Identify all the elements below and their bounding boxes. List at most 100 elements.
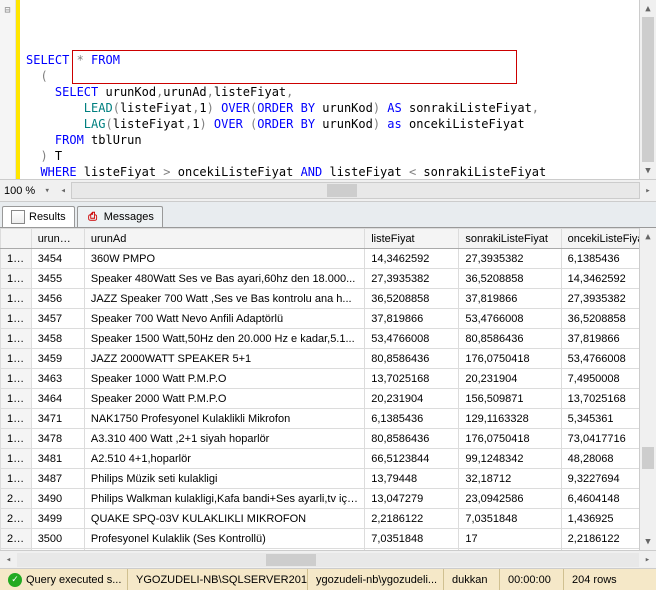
- table-row[interactable]: 1903456JAZZ Speaker 700 Watt ,Ses ve Bas…: [1, 289, 656, 309]
- cell[interactable]: 6,1385436: [365, 409, 459, 429]
- cell[interactable]: 3457: [31, 309, 84, 329]
- cell[interactable]: 3500: [31, 529, 84, 549]
- tab-results[interactable]: Results: [2, 206, 75, 227]
- cell[interactable]: 129,1163328: [459, 409, 561, 429]
- results-grid[interactable]: urunKodurunAdlisteFiyatsonrakiListeFiyat…: [0, 228, 656, 550]
- row-number[interactable]: 202: [1, 529, 32, 549]
- cell[interactable]: 13,047279: [365, 489, 459, 509]
- row-number[interactable]: 198: [1, 449, 32, 469]
- cell[interactable]: QUAKE SPQ-03V KULAKLIKLI MIKROFON: [84, 509, 364, 529]
- table-row[interactable]: 1883454360W PMPO14,346259227,39353826,13…: [1, 249, 656, 269]
- table-row[interactable]: 1943463Speaker 1000 Watt P.M.P.O13,70251…: [1, 369, 656, 389]
- cell[interactable]: 14,3462592: [365, 249, 459, 269]
- hscroll-right-icon[interactable]: ▸: [640, 186, 656, 196]
- cell[interactable]: 27,3935382: [365, 269, 459, 289]
- grid-vertical-scrollbar[interactable]: ▲ ▼: [639, 228, 656, 550]
- cell[interactable]: 53,4766008: [459, 309, 561, 329]
- cell[interactable]: 53,4766008: [365, 329, 459, 349]
- table-row[interactable]: 1913457Speaker 700 Watt Nevo Anfili Adap…: [1, 309, 656, 329]
- cell[interactable]: 32,18712: [459, 469, 561, 489]
- cell[interactable]: 24: [459, 549, 561, 551]
- grid-horizontal-scrollbar[interactable]: ◂ ▸: [0, 550, 656, 568]
- cell[interactable]: A3.310 400 Watt ,2+1 siyah hoparlör: [84, 429, 364, 449]
- hscroll-left-icon[interactable]: ◂: [55, 186, 71, 196]
- cell[interactable]: 176,0750418: [459, 349, 561, 369]
- cell[interactable]: 27,3935382: [459, 249, 561, 269]
- fold-toggle[interactable]: ⊟: [0, 4, 15, 18]
- cell[interactable]: 3458: [31, 329, 84, 349]
- cell[interactable]: 360W PMPO: [84, 249, 364, 269]
- editor-vertical-scrollbar[interactable]: ▲ ▼: [639, 0, 656, 179]
- column-header[interactable]: sonrakiListeFiyat: [459, 229, 561, 249]
- table-row[interactable]: 1993487Philips Müzik seti kulakligi13,79…: [1, 469, 656, 489]
- cell[interactable]: 156,509871: [459, 389, 561, 409]
- cell[interactable]: 37,819866: [459, 289, 561, 309]
- cell[interactable]: 80,8586436: [459, 329, 561, 349]
- column-header[interactable]: listeFiyat: [365, 229, 459, 249]
- cell[interactable]: 80,8586436: [365, 429, 459, 449]
- cell[interactable]: 3501: [31, 549, 84, 551]
- cell[interactable]: 3487: [31, 469, 84, 489]
- cell[interactable]: 23,0942586: [459, 489, 561, 509]
- row-number[interactable]: 193: [1, 349, 32, 369]
- row-number[interactable]: 194: [1, 369, 32, 389]
- row-number[interactable]: 192: [1, 329, 32, 349]
- tab-messages[interactable]: ⎙ Messages: [77, 206, 163, 227]
- table-row[interactable]: 1973478A3.310 400 Watt ,2+1 siyah hoparl…: [1, 429, 656, 449]
- table-row[interactable]: 2013499QUAKE SPQ-03V KULAKLIKLI MIKROFON…: [1, 509, 656, 529]
- cell[interactable]: Java ile Temel Programlama: [84, 549, 364, 551]
- cell[interactable]: Speaker 2000 Watt P.M.P.O: [84, 389, 364, 409]
- grid-hscroll-left-icon[interactable]: ◂: [0, 555, 17, 565]
- table-row[interactable]: 1923458Speaker 1500 Watt,50Hz den 20.000…: [1, 329, 656, 349]
- table-row[interactable]: 2033501Java ile Temel Programlama17247,0…: [1, 549, 656, 551]
- table-row[interactable]: 2003490Philips Walkman kulakligi,Kafa ba…: [1, 489, 656, 509]
- cell[interactable]: 80,8586436: [365, 349, 459, 369]
- row-number[interactable]: 200: [1, 489, 32, 509]
- cell[interactable]: Speaker 1500 Watt,50Hz den 20.000 Hz e k…: [84, 329, 364, 349]
- grid-scroll-up-icon[interactable]: ▲: [640, 228, 656, 245]
- cell[interactable]: Profesyonel Kulaklik (Ses Kontrollü): [84, 529, 364, 549]
- scroll-down-icon[interactable]: ▼: [640, 162, 656, 179]
- row-number[interactable]: 196: [1, 409, 32, 429]
- cell[interactable]: 3459: [31, 349, 84, 369]
- cell[interactable]: JAZZ Speaker 700 Watt ,Ses ve Bas kontro…: [84, 289, 364, 309]
- cell[interactable]: JAZZ 2000WATT SPEAKER 5+1: [84, 349, 364, 369]
- cell[interactable]: NAK1750 Profesyonel Kulaklikli Mikrofon: [84, 409, 364, 429]
- cell[interactable]: 3478: [31, 429, 84, 449]
- cell[interactable]: 3499: [31, 509, 84, 529]
- grid-scroll-thumb[interactable]: [642, 447, 654, 469]
- cell[interactable]: 17: [459, 529, 561, 549]
- cell[interactable]: 7,0351848: [459, 509, 561, 529]
- column-header[interactable]: [1, 229, 32, 249]
- row-number[interactable]: 203: [1, 549, 32, 551]
- row-number[interactable]: 201: [1, 509, 32, 529]
- grid-hscroll-thumb[interactable]: [266, 554, 316, 566]
- cell[interactable]: 13,7025168: [365, 369, 459, 389]
- cell[interactable]: 2,2186122: [365, 509, 459, 529]
- cell[interactable]: Speaker 480Watt Ses ve Bas ayari,60hz de…: [84, 269, 364, 289]
- cell[interactable]: 7,0351848: [365, 529, 459, 549]
- cell[interactable]: 176,0750418: [459, 429, 561, 449]
- scroll-thumb[interactable]: [642, 17, 654, 162]
- cell[interactable]: Speaker 700 Watt Nevo Anfili Adaptörlü: [84, 309, 364, 329]
- cell[interactable]: 36,5208858: [459, 269, 561, 289]
- zoom-level[interactable]: 100 %: [0, 185, 39, 197]
- row-number[interactable]: 197: [1, 429, 32, 449]
- table-row[interactable]: 1933459JAZZ 2000WATT SPEAKER 5+180,85864…: [1, 349, 656, 369]
- table-row[interactable]: 1983481A2.510 4+1,hoparlör66,512384499,1…: [1, 449, 656, 469]
- row-number[interactable]: 188: [1, 249, 32, 269]
- grid-scroll-down-icon[interactable]: ▼: [640, 533, 656, 550]
- cell[interactable]: 20,231904: [365, 389, 459, 409]
- table-row[interactable]: 1893455Speaker 480Watt Ses ve Bas ayari,…: [1, 269, 656, 289]
- cell[interactable]: 3463: [31, 369, 84, 389]
- zoom-dropdown-icon[interactable]: ▾: [39, 186, 55, 196]
- cell[interactable]: A2.510 4+1,hoparlör: [84, 449, 364, 469]
- column-header[interactable]: urunAd: [84, 229, 364, 249]
- editor-horizontal-scrollbar[interactable]: [71, 182, 640, 199]
- cell[interactable]: 99,1248342: [459, 449, 561, 469]
- row-number[interactable]: 199: [1, 469, 32, 489]
- table-row[interactable]: 1963471NAK1750 Profesyonel Kulaklikli Mi…: [1, 409, 656, 429]
- cell[interactable]: 66,5123844: [365, 449, 459, 469]
- cell[interactable]: 20,231904: [459, 369, 561, 389]
- hscroll-thumb[interactable]: [327, 184, 357, 197]
